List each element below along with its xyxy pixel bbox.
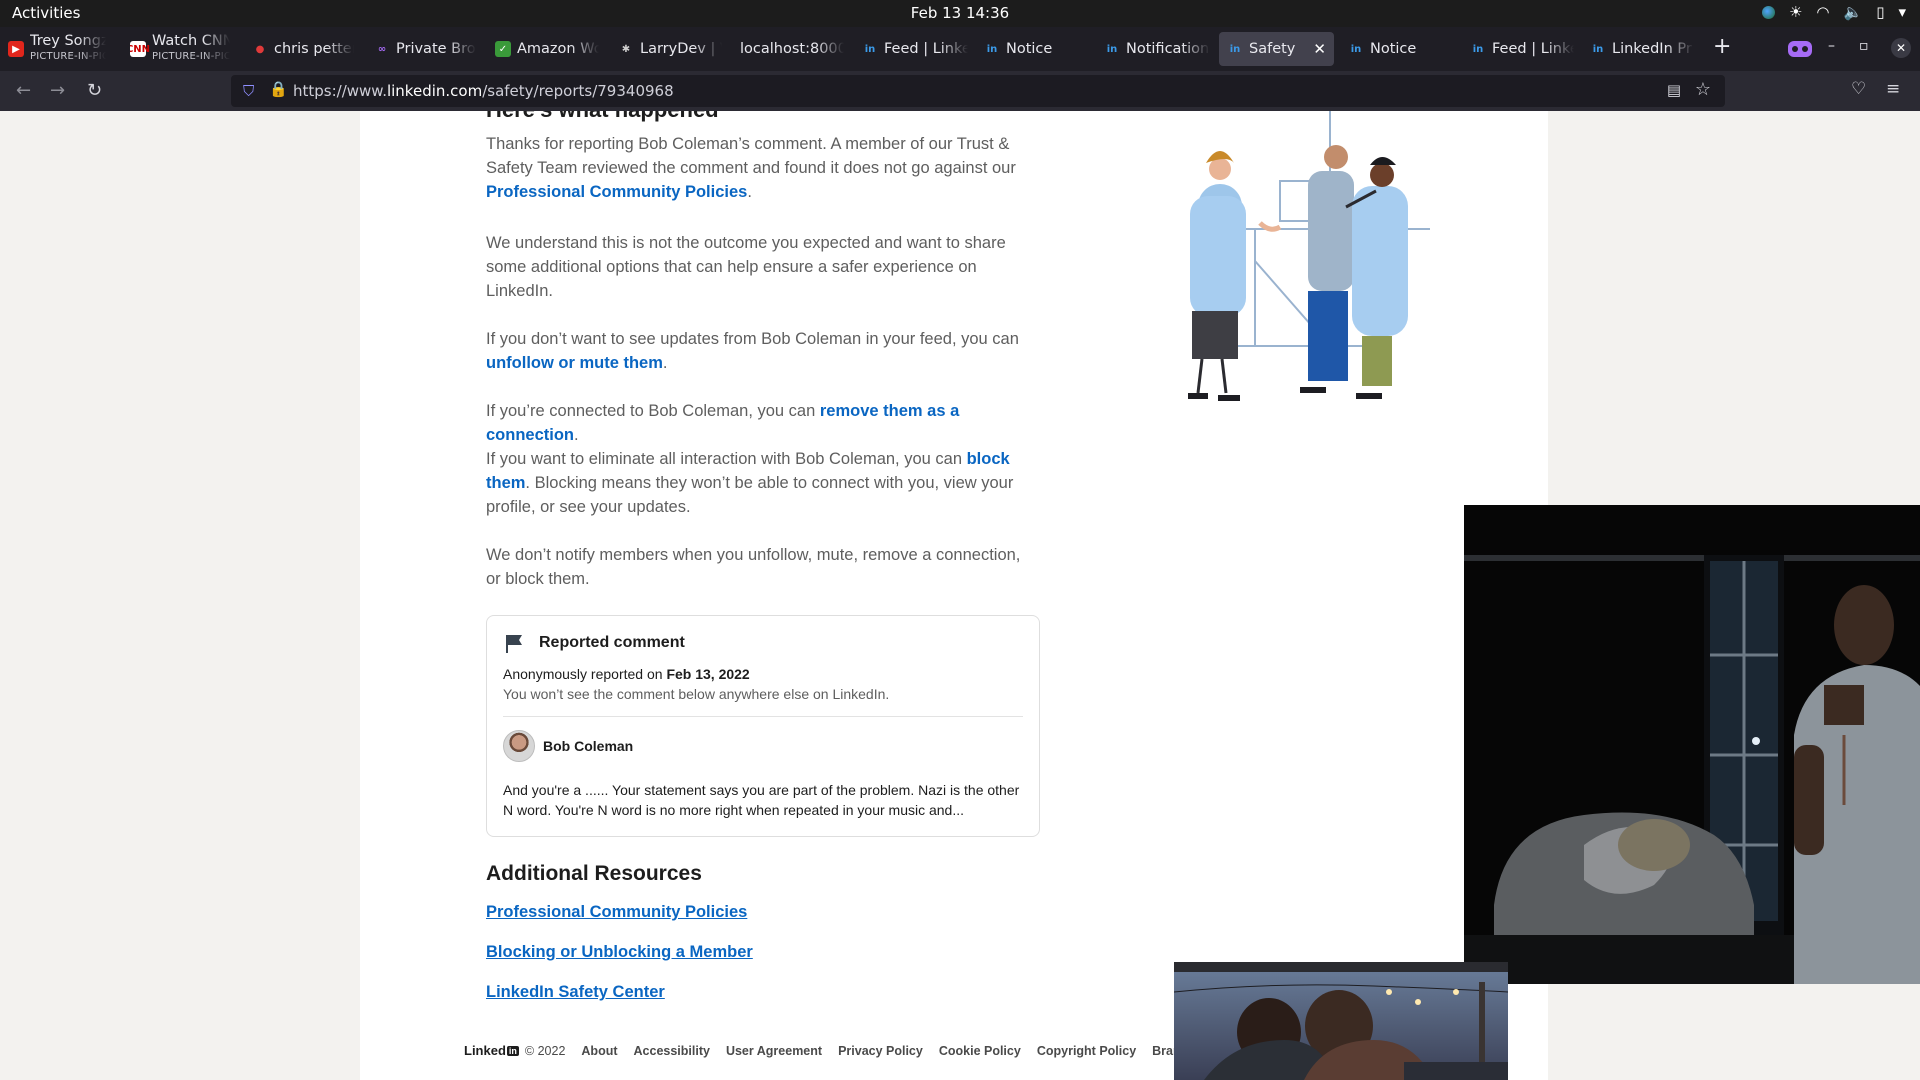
pocket-icon[interactable]: ♡ [1851,79,1866,99]
system-tray[interactable]: ☀ ◠ 🔈 ▯ ▾ [1761,3,1906,21]
close-tab-icon[interactable]: ✕ [1313,40,1326,58]
tab-title: Safety [1249,41,1296,57]
paragraph-outcome: Thanks for reporting Bob Coleman’s comme… [486,135,1016,201]
minimize-button[interactable]: – [1828,38,1835,54]
reported-note: You won’t see the comment below anywhere… [503,686,890,702]
cnn-icon: CNN [130,41,150,57]
picture-in-picture-video-1[interactable] [1464,505,1920,984]
tab-amazon[interactable]: ✓ Amazon Wo [495,32,599,66]
system-top-bar: Activities Feb 13 14:36 ☀ ◠ 🔈 ▯ ▾ [0,0,1920,27]
footer-link-accessibility[interactable]: Accessibility [634,1044,710,1058]
reported-on-line: Anonymously reported on Feb 13, 2022 [503,666,750,682]
footer-link-about[interactable]: About [581,1044,617,1058]
reported-comment-box: Reported comment Anonymously reported on… [486,615,1040,837]
tab-title: Notice [1006,41,1053,57]
back-arrow-icon[interactable]: ← [16,80,31,101]
url-bar[interactable]: ⛉ 🔒 https://www.linkedin.com/safety/repo… [231,75,1725,107]
picture-in-picture-video-2[interactable] [1174,962,1508,1080]
paragraph-block: If you want to eliminate all interaction… [486,450,1014,516]
footer-copyright: © 2022 [524,1043,566,1058]
clock[interactable]: Feb 13 14:36 [911,4,1009,22]
linkedin-icon: in [1472,43,1484,55]
tab-title: Notice [1370,41,1417,57]
avatar[interactable] [503,730,535,762]
battery-icon: ▯ [1876,3,1885,21]
tab-trey-songz[interactable]: ▶ Trey Songz PICTURE-IN-PIC [8,32,106,66]
tab-larrydev[interactable]: ✱ LarryDev | V [618,32,722,66]
paragraph-options: We understand this is not the outcome yo… [486,234,1006,300]
flag-icon [506,635,522,653]
resource-link-policies[interactable]: Professional Community Policies [486,903,747,922]
team-illustration [1188,111,1430,401]
comment-text: And you're a ...... Your statement says … [503,782,1020,818]
menu-icon[interactable]: ≡ [1886,79,1900,99]
tab-strip: ▶ Trey SongzPICTURE-IN-PIC CNN Watch CNN… [0,27,1920,71]
linkedin-icon: in [1106,43,1118,55]
paragraph-unfollow: If you don’t want to see updates from Bo… [486,330,1019,372]
app-indicator-icon[interactable] [1761,5,1775,19]
linkedin-icon: in [1592,43,1604,55]
amazon-icon: ✓ [495,41,511,57]
tab-feed-linkedin[interactable]: in Feed | Linke [862,32,968,66]
tab-linkedin-profile[interactable]: in LinkedIn Pr [1590,32,1694,66]
volume-icon: 🔈 [1843,3,1863,21]
url-text[interactable]: https://www.linkedin.com/safety/reports/… [293,82,674,100]
power-menu-icon: ▾ [1898,3,1906,21]
private-browsing-icon: ∞ [377,43,387,55]
tab-notifications[interactable]: in Notification [1104,32,1210,66]
resource-link-blocking[interactable]: Blocking or Unblocking a Member [486,943,753,962]
wifi-icon: ◠ [1816,3,1830,21]
reader-view-icon[interactable]: ▤ [1667,81,1681,99]
video-frame-image [1464,505,1920,984]
restore-button[interactable]: ▫ [1859,38,1869,54]
comment-author[interactable]: Bob Coleman [543,738,633,754]
divider [503,716,1023,717]
linkedin-icon: in [986,43,998,55]
brightness-icon: ☀ [1788,3,1803,21]
footer-link-privacy-policy[interactable]: Privacy Policy [838,1044,923,1058]
video-frame-image [1174,962,1508,1080]
close-window-button[interactable]: ✕ [1891,38,1911,58]
footer-link-user-agreement[interactable]: User Agreement [726,1044,822,1058]
tab-notice[interactable]: in Notice [984,32,1094,66]
navigation-bar: ← → ↻ ⛉ 🔒 https://www.linkedin.com/safet… [0,71,1920,111]
private-browsing-icon [1788,41,1812,57]
safety-report-card: Here's what happened Thanks for reportin… [360,111,1548,1080]
tab-notice-2[interactable]: in Notice [1348,32,1458,66]
paragraph-notify: We don’t notify members when you unfollo… [486,546,1021,588]
page-heading: Here's what happened [486,111,719,123]
policies-link[interactable]: Professional Community Policies [486,183,747,201]
additional-resources-heading: Additional Resources [486,862,702,885]
linkedin-icon: in [864,43,876,55]
tab-safety[interactable]: in Safety ✕ [1219,32,1334,66]
tab-private-browsing[interactable]: ∞ Private Bro [374,32,476,66]
footer-link-cookie-policy[interactable]: Cookie Policy [939,1044,1021,1058]
footer: Linked in © 2022 About Accessibility User… [464,1043,1200,1058]
tab-localhost[interactable]: localhost:8000 [740,32,844,66]
bug-icon: ✱ [621,43,631,55]
linkedin-icon: in [1350,43,1362,55]
bookmark-star-icon[interactable]: ☆ [1695,79,1711,100]
activities-button[interactable]: Activities [12,4,80,22]
tab-chris-petter[interactable]: ● chris petter [252,32,354,66]
linkedin-icon: in [1229,43,1241,55]
forward-arrow-icon[interactable]: → [50,80,65,101]
linkedin-logo[interactable]: Linked in [464,1043,519,1058]
reported-comment-title: Reported comment [539,634,685,651]
tab-feed-linkedin-2[interactable]: in Feed | Linke [1470,32,1574,66]
new-tab-button[interactable]: + [1713,34,1731,59]
tab-watch-cnn[interactable]: CNN Watch CNNPICTURE-IN-PIC [130,32,230,66]
unfollow-mute-link[interactable]: unfollow or mute them [486,354,663,372]
youtube-icon: ▶ [8,41,24,57]
paragraph-remove: If you’re connected to Bob Coleman, you … [486,402,960,444]
footer-link-copyright-policy[interactable]: Copyright Policy [1037,1044,1136,1058]
reload-icon[interactable]: ↻ [87,80,102,101]
lock-icon[interactable]: 🔒 [269,80,288,98]
tracking-shield-icon[interactable]: ⛉ [243,82,254,100]
resource-link-safety-center[interactable]: LinkedIn Safety Center [486,983,665,1002]
lips-icon: ● [255,43,265,55]
